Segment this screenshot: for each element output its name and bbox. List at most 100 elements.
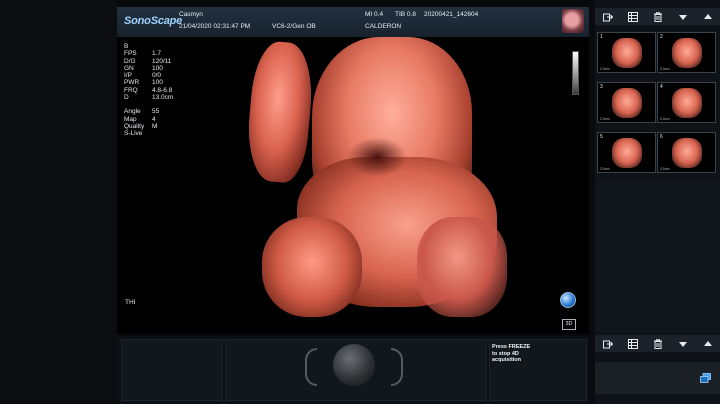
expand-icon[interactable] — [700, 373, 711, 383]
trackball-right-bracket — [391, 348, 403, 386]
param-value: 13.0cm — [152, 94, 174, 102]
thumbnail-2[interactable]: 2 2.0cm — [657, 32, 716, 73]
param-value: 100 — [152, 79, 163, 87]
param-key: Angle — [124, 108, 141, 116]
bottom-panel-left — [121, 339, 223, 401]
param-row: FPS 1.7 — [124, 50, 173, 57]
param-value: 0/0 — [152, 72, 162, 80]
thumbnail-6[interactable]: 6 2.0cm — [657, 132, 716, 173]
left-frame — [0, 0, 117, 404]
param-value: 55 — [152, 108, 160, 116]
thumbnail-footer: 2.0cm — [600, 117, 610, 121]
param-row: I/P 0/0 — [124, 72, 173, 79]
freeze-message: Press FREEZE to stop 4D acquisition — [492, 344, 531, 363]
fetus-arm — [244, 39, 316, 185]
thumbnail-image — [612, 88, 642, 118]
trackball-left-bracket — [305, 348, 317, 386]
delete-button[interactable] — [645, 8, 670, 25]
thumbnail-image — [672, 88, 702, 118]
delete-icon — [653, 11, 662, 22]
thumbnail-footer: 2.0cm — [660, 167, 670, 171]
thumbnail-number: 4 — [660, 84, 663, 90]
param-row: D 13.0cm — [124, 94, 173, 101]
right-panel: 1 2.0cm 2 2.0cm 3 2.0cm 4 2.0cm 5 2.0cm 6 2.0cm — [595, 0, 720, 404]
thumbnail-footer: 2.0cm — [660, 67, 670, 71]
exam-id: 20200421_142604 — [424, 11, 479, 18]
param-value: 4.8-6.8 — [152, 86, 173, 94]
ultrasound-image[interactable]: B FPS 1.7 D/G 120/11 GN 100 I/P 0/0 PWR 100 FRQ 4.8… — [117, 37, 589, 334]
header-bar: SonoScape Casmyn 21/04/2020 02:31:47 PM … — [117, 7, 589, 38]
fetus-lower — [417, 217, 507, 317]
param-row: FRQ 4.8-6.8 — [124, 87, 173, 94]
grid-view-button[interactable] — [620, 8, 645, 25]
clipboard-toolbar — [595, 335, 720, 352]
imaging-parameters: B FPS 1.7 D/G 120/11 GN 100 I/P 0/0 PWR 100 FRQ 4.8… — [124, 43, 173, 138]
brand-logo: SonoScape — [124, 15, 183, 27]
export-button-2[interactable] — [595, 335, 620, 352]
arrow-up-icon — [703, 13, 712, 19]
param-key: GN — [124, 64, 134, 72]
param-key: PWR — [124, 79, 140, 87]
fetus-shadow — [347, 137, 407, 177]
grid-view-icon — [627, 338, 638, 349]
thumbnail-image — [612, 138, 642, 168]
thumbnail-5[interactable]: 5 2.0cm — [597, 132, 656, 173]
clipboard-box — [595, 362, 720, 394]
delete-button-2[interactable] — [645, 335, 670, 352]
param-row: Quality M — [124, 123, 173, 130]
param-key: D — [124, 94, 129, 102]
tib-value: TIB 0.8 — [395, 11, 416, 18]
thumbnail-number: 6 — [660, 134, 663, 140]
bottom-control-strip: Press FREEZE to stop 4D acquisition — [117, 336, 589, 404]
arrow-down-icon — [678, 14, 687, 20]
export-button[interactable] — [595, 8, 620, 25]
param-key: Quality — [124, 122, 145, 130]
mode-label: B — [124, 43, 129, 50]
mi-value: MI 0.4 — [365, 11, 384, 18]
probe-thumbnail — [562, 9, 584, 33]
scroll-down-button[interactable] — [670, 8, 695, 25]
thumbnail-toolbar — [595, 8, 720, 25]
export-icon — [602, 340, 613, 348]
param-value: 1.7 — [152, 50, 162, 58]
thumbnail-number: 1 — [600, 34, 603, 40]
arrow-up-icon — [703, 340, 712, 346]
thumbnail-number: 5 — [600, 134, 603, 140]
thumbnail-number: 2 — [660, 34, 663, 40]
arrow-down-icon — [678, 341, 687, 347]
probe-preset: VC6-2/Gen OB — [272, 23, 316, 30]
thumbnail-footer: 2.0cm — [600, 67, 610, 71]
param-key: FRQ — [124, 86, 138, 94]
patient-name: Casmyn — [179, 11, 203, 18]
param-row: Angle 55 — [124, 108, 173, 115]
live-label: S-Live — [124, 130, 143, 138]
thumbnail-footer: 2.0cm — [660, 117, 670, 121]
datetime: 21/04/2020 02:31:47 PM — [179, 23, 251, 30]
mode-3d-button[interactable]: 3D — [562, 319, 576, 330]
thumbnail-1[interactable]: 1 2.0cm — [597, 32, 656, 73]
globe-icon[interactable] — [560, 292, 576, 308]
grayscale-bar — [572, 51, 579, 95]
grid-view-icon — [627, 11, 638, 22]
hospital-name: CALDERON — [365, 23, 402, 30]
thumbnail-image — [612, 38, 642, 68]
scroll-down-button-2[interactable] — [670, 335, 695, 352]
thumbnail-4[interactable]: 4 2.0cm — [657, 82, 716, 123]
grid-view-button-2[interactable] — [620, 335, 645, 352]
trackball-control[interactable] — [333, 344, 375, 386]
export-icon — [602, 13, 613, 21]
thumbnail-image — [672, 138, 702, 168]
fetus-hand — [262, 217, 362, 317]
thumbnail-number: 3 — [600, 84, 603, 90]
thumbnail-footer: 2.0cm — [600, 167, 610, 171]
param-value: 4 — [152, 115, 156, 123]
scroll-up-button[interactable] — [695, 8, 720, 25]
param-row: D/G 120/11 — [124, 58, 173, 65]
thumbnail-3[interactable]: 3 2.0cm — [597, 82, 656, 123]
thumbnail-image — [672, 38, 702, 68]
param-key: FPS — [124, 50, 137, 58]
param-value: 120/11 — [152, 57, 172, 65]
thumbnail-empty-area — [595, 180, 720, 332]
scroll-up-button-2[interactable] — [695, 335, 720, 352]
param-key: D/G — [124, 57, 136, 65]
